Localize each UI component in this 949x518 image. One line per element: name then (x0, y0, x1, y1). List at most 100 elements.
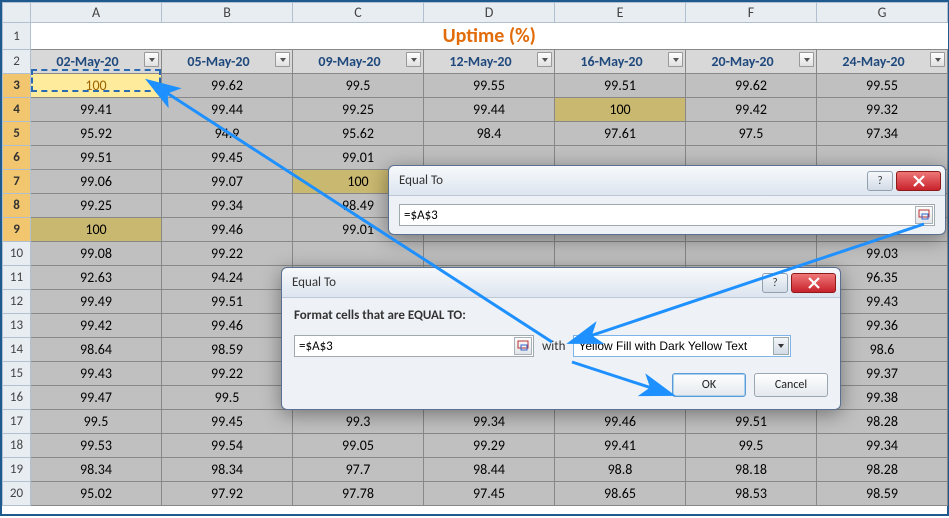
data-cell[interactable]: 98.18 (686, 458, 817, 482)
data-cell[interactable]: 99.51 (555, 74, 686, 98)
data-cell[interactable]: 97.7 (293, 458, 424, 482)
data-cell[interactable]: 99.43 (31, 362, 162, 386)
data-cell[interactable]: 97.92 (162, 482, 293, 506)
data-cell[interactable]: 99.22 (162, 242, 293, 266)
row-header[interactable]: 9 (3, 218, 31, 242)
data-cell[interactable]: 98.53 (686, 482, 817, 506)
data-cell[interactable]: 99.51 (31, 146, 162, 170)
col-header[interactable]: C (293, 3, 424, 23)
data-cell[interactable]: 99.03 (817, 242, 948, 266)
data-cell[interactable]: 99.46 (162, 218, 293, 242)
cancel-button[interactable]: Cancel (754, 373, 828, 397)
row-header[interactable]: 17 (3, 410, 31, 434)
dialog-titlebar[interactable]: Equal To ? (389, 166, 945, 196)
data-cell[interactable]: 99.51 (162, 290, 293, 314)
data-cell[interactable]: 99.34 (162, 194, 293, 218)
data-cell[interactable]: 99.05 (293, 434, 424, 458)
data-cell[interactable]: 99.22 (162, 362, 293, 386)
filter-dropdown-icon[interactable] (930, 52, 945, 67)
equal-to-value-input[interactable] (294, 335, 534, 357)
data-cell[interactable]: 100 (555, 98, 686, 122)
data-cell[interactable]: 99.47 (31, 386, 162, 410)
col-header[interactable]: A (31, 3, 162, 23)
data-cell[interactable]: 99.62 (686, 74, 817, 98)
data-cell[interactable]: 97.78 (293, 482, 424, 506)
data-cell[interactable]: 99.44 (162, 98, 293, 122)
date-header-cell[interactable]: 16-May-20 (555, 50, 686, 74)
data-cell[interactable]: 94.9 (162, 122, 293, 146)
row-header[interactable]: 13 (3, 314, 31, 338)
data-cell[interactable]: 98.28 (817, 410, 948, 434)
data-cell[interactable]: 99.55 (424, 74, 555, 98)
data-cell[interactable]: 97.34 (817, 122, 948, 146)
data-cell[interactable]: 94.24 (162, 266, 293, 290)
row-header[interactable]: 15 (3, 362, 31, 386)
row-header[interactable]: 2 (3, 50, 31, 74)
row-header[interactable]: 5 (3, 122, 31, 146)
data-cell[interactable]: 99.25 (293, 98, 424, 122)
data-cell[interactable]: 99.5 (31, 410, 162, 434)
data-cell[interactable]: 99.49 (31, 290, 162, 314)
data-cell[interactable]: 98.34 (162, 458, 293, 482)
ok-button[interactable]: OK (672, 373, 746, 397)
date-header-cell[interactable]: 24-May-20 (817, 50, 948, 74)
data-cell[interactable]: 99.29 (424, 434, 555, 458)
data-cell[interactable]: 99.25 (31, 194, 162, 218)
data-cell[interactable]: 99.07 (162, 170, 293, 194)
row-header[interactable]: 8 (3, 194, 31, 218)
filter-dropdown-icon[interactable] (144, 52, 159, 67)
data-cell[interactable]: 99.55 (817, 74, 948, 98)
data-cell[interactable]: 99.5 (162, 386, 293, 410)
data-cell[interactable] (293, 242, 424, 266)
row-header[interactable]: 3 (3, 74, 31, 98)
data-cell[interactable]: 97.5 (686, 122, 817, 146)
data-cell[interactable]: 98.59 (162, 338, 293, 362)
row-header[interactable]: 7 (3, 170, 31, 194)
row-header[interactable]: 19 (3, 458, 31, 482)
data-cell[interactable]: 98.44 (424, 458, 555, 482)
close-button[interactable] (896, 171, 941, 191)
data-cell[interactable]: 99.45 (162, 410, 293, 434)
data-cell[interactable]: 95.92 (31, 122, 162, 146)
data-cell[interactable]: 99.44 (424, 98, 555, 122)
row-header[interactable]: 6 (3, 146, 31, 170)
filter-dropdown-icon[interactable] (406, 52, 421, 67)
col-header[interactable]: E (555, 3, 686, 23)
data-cell[interactable]: 99.08 (31, 242, 162, 266)
data-cell[interactable]: 99.46 (162, 314, 293, 338)
expand-dialog-icon[interactable] (915, 206, 933, 224)
data-cell[interactable]: 92.63 (31, 266, 162, 290)
col-header[interactable]: B (162, 3, 293, 23)
data-cell[interactable]: 98.4 (424, 122, 555, 146)
data-cell[interactable]: 98.59 (817, 482, 948, 506)
data-cell[interactable]: 99.51 (686, 410, 817, 434)
data-cell[interactable]: 99.3 (293, 410, 424, 434)
data-cell[interactable]: 99.53 (31, 434, 162, 458)
data-cell[interactable]: 99.06 (31, 170, 162, 194)
data-cell[interactable]: 100 (31, 218, 162, 242)
data-cell[interactable]: 98.34 (31, 458, 162, 482)
data-cell[interactable]: 99.42 (686, 98, 817, 122)
format-style-select[interactable] (573, 335, 791, 357)
data-cell[interactable]: 99.34 (424, 410, 555, 434)
row-header[interactable]: 14 (3, 338, 31, 362)
data-cell[interactable]: 99.62 (162, 74, 293, 98)
data-cell[interactable]: 99.41 (555, 434, 686, 458)
data-cell[interactable]: 99.45 (162, 146, 293, 170)
data-cell[interactable]: 99.54 (162, 434, 293, 458)
row-header[interactable]: 20 (3, 482, 31, 506)
row-header[interactable]: 4 (3, 98, 31, 122)
data-cell[interactable]: 99.46 (555, 410, 686, 434)
collapse-dialog-icon[interactable] (514, 337, 532, 355)
data-cell[interactable] (424, 242, 555, 266)
data-cell[interactable]: 99.32 (817, 98, 948, 122)
data-cell[interactable]: 99.41 (31, 98, 162, 122)
data-cell[interactable]: 98.8 (555, 458, 686, 482)
data-cell[interactable]: 97.45 (424, 482, 555, 506)
chevron-down-icon[interactable] (773, 337, 789, 355)
data-cell[interactable]: 97.61 (555, 122, 686, 146)
filter-dropdown-icon[interactable] (668, 52, 683, 67)
data-cell[interactable]: 98.65 (555, 482, 686, 506)
row-header[interactable]: 10 (3, 242, 31, 266)
data-cell[interactable]: 95.02 (31, 482, 162, 506)
